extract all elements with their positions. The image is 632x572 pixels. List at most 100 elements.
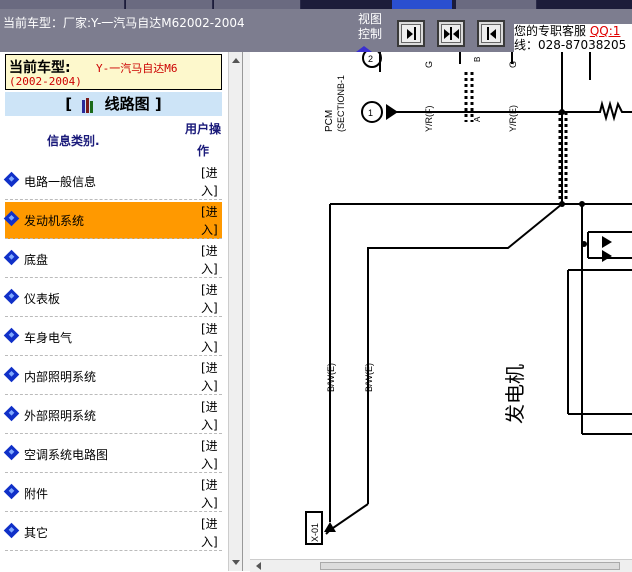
column-operation: 用户操 作 <box>185 118 225 162</box>
column-operation-line1: 用户操 <box>185 122 222 136</box>
enter-link-line2: 入] <box>201 457 218 471</box>
pin-2: 2 <box>368 54 373 64</box>
wire-label-g: G <box>424 61 434 68</box>
scroll-thumb[interactable] <box>320 562 620 570</box>
enter-link-line1: [进 <box>201 166 218 180</box>
wire-label-b: B <box>473 57 482 62</box>
diagram-viewport[interactable]: 1 2 PCM (SECTIONB-1 Y/R(F) Y/R(E) G G B … <box>250 52 632 559</box>
enter-link-line2: 入] <box>201 418 218 432</box>
pin-1: 1 <box>368 108 373 118</box>
list-item[interactable]: 发动机系统 [进入] <box>3 202 223 239</box>
list-item-label[interactable]: 电路一般信息 <box>24 173 96 190</box>
list-item[interactable]: 车身电气 [进 入] <box>3 319 223 356</box>
diamond-bullet-icon <box>3 288 20 305</box>
arrows-inward-icon <box>441 24 461 43</box>
enter-link-line2: 入] <box>201 379 218 393</box>
section-label: (SECTIONB-1 <box>336 75 346 132</box>
service-title: 您的专职客服 <box>514 24 587 38</box>
header-tab-active[interactable] <box>392 0 452 9</box>
enter-link-line1: [进 <box>201 205 218 219</box>
diamond-bullet-icon <box>3 522 20 539</box>
enter-link-line1: [进 <box>201 400 218 414</box>
service-qq-link[interactable]: QQ:1 <box>590 24 621 38</box>
column-header: 信息类别. 用户操 作 <box>5 118 222 163</box>
enter-link[interactable]: [进入] <box>201 437 223 473</box>
book-icon <box>81 97 95 113</box>
enter-link[interactable]: [进入] <box>201 203 223 239</box>
list-item[interactable]: 空调系统电路图 [进入] <box>3 436 223 473</box>
diagram-title: 线路图 <box>104 95 150 113</box>
enter-link-line1: [进 <box>201 517 218 531</box>
enter-link-line1: [进 <box>201 478 218 492</box>
diagram-title-bar: [ 线路图 ] <box>5 92 222 116</box>
current-vehicle-text: 当前车型：厂家:Y-一汽马自达M62002-2004 <box>3 16 245 30</box>
column-operation-line2: 作 <box>197 144 210 158</box>
list-item-label[interactable]: 附件 <box>24 485 48 502</box>
enter-link-line1: [进 <box>201 283 218 297</box>
service-phone: 线：028-87038205 <box>514 38 627 52</box>
enter-link[interactable]: [进 入] <box>201 359 223 395</box>
enter-link-line1: [进 <box>201 244 218 258</box>
diamond-bullet-icon <box>3 210 20 227</box>
pcm-label: PCM <box>324 110 335 132</box>
connector-label: X-01 <box>310 523 320 542</box>
list-item-label[interactable]: 外部照明系统 <box>24 407 96 424</box>
list-item-label[interactable]: 其它 <box>24 524 48 541</box>
wire-label-a: A <box>473 116 482 122</box>
enter-link[interactable]: [进入] <box>201 281 223 317</box>
column-category: 信息类别. <box>47 134 100 148</box>
header-bar: 当前车型：厂家:Y-一汽马自达M62002-2004 视图 控制 您的专职客服 … <box>0 0 632 52</box>
list-item[interactable]: 内部照明系统 [进 入] <box>3 358 223 395</box>
list-item[interactable]: 底盘 [进入] <box>3 241 223 278</box>
enter-link-line2: 入] <box>201 301 218 315</box>
arrow-left-bar-icon <box>481 24 501 43</box>
enter-link-line2: 入] <box>201 262 218 276</box>
list-item[interactable]: 附件 [进入] <box>3 475 223 512</box>
header-tab[interactable] <box>126 0 213 9</box>
arrow-right-bar-icon <box>401 24 421 43</box>
header-tab-strip <box>0 0 632 9</box>
model-years: (2002-2004) <box>9 75 82 88</box>
view-right-button[interactable] <box>397 20 425 47</box>
view-fit-button[interactable] <box>437 20 465 47</box>
list-item[interactable]: 其它 [进 入] <box>3 514 223 551</box>
enter-link-line1: [进 <box>201 439 218 453</box>
list-item-label[interactable]: 仪表板 <box>24 290 60 307</box>
sidebar-scrollbar[interactable] <box>228 52 243 571</box>
diagram-horizontal-scrollbar[interactable] <box>250 559 632 572</box>
enter-link[interactable]: [进 入] <box>201 320 223 356</box>
scroll-left-icon[interactable] <box>256 562 261 570</box>
scroll-up-icon[interactable] <box>232 58 240 63</box>
header-tab[interactable] <box>0 0 125 9</box>
wire-label-yre: Y/R(E) <box>508 105 518 132</box>
model-label: 当前车型: <box>9 60 71 76</box>
enter-link-line2: 入] <box>201 184 218 198</box>
diamond-bullet-icon <box>3 366 20 383</box>
view-left-button[interactable] <box>477 20 505 47</box>
wire-label-bwe-1: B/W(E) <box>326 363 336 392</box>
enter-link[interactable]: [进 入] <box>201 515 223 551</box>
wire-label-g2: G <box>508 61 518 68</box>
enter-link-line2: 入] <box>201 496 218 510</box>
enter-link-line2: 入] <box>201 223 218 237</box>
enter-link[interactable]: [进入] <box>201 476 223 512</box>
list-item[interactable]: 仪表板 [进入] <box>3 280 223 317</box>
enter-link[interactable]: [进入] <box>201 164 223 200</box>
list-item-label[interactable]: 发动机系统 <box>24 212 84 229</box>
header-tab[interactable] <box>456 0 537 9</box>
diamond-bullet-icon <box>3 483 20 500</box>
enter-link[interactable]: [进入] <box>201 398 223 434</box>
list-item-label[interactable]: 内部照明系统 <box>24 368 96 385</box>
list-item-label[interactable]: 底盘 <box>24 251 48 268</box>
enter-link[interactable]: [进入] <box>201 242 223 278</box>
title-bracket-left: [ <box>65 95 73 113</box>
list-item-label[interactable]: 车身电气 <box>24 329 72 346</box>
header-tab[interactable] <box>214 0 301 9</box>
list-item[interactable]: 电路一般信息 [进入] <box>3 163 223 200</box>
list-item-label[interactable]: 空调系统电路图 <box>24 446 108 463</box>
model-name: Y-一汽马自达M6 <box>96 62 178 75</box>
wire-label-bwe-2: B/W(E) <box>364 363 374 392</box>
scroll-down-icon[interactable] <box>232 560 240 565</box>
list-item[interactable]: 外部照明系统 [进入] <box>3 397 223 434</box>
title-bracket-right: ] <box>154 95 162 113</box>
